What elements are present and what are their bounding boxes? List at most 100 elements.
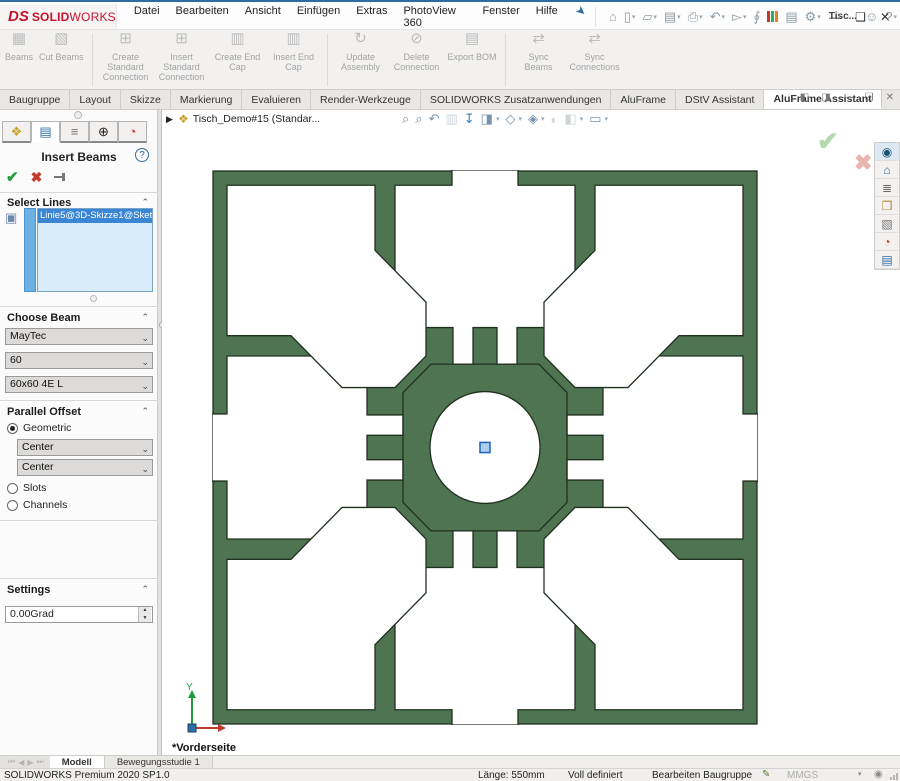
- menu-extras[interactable]: Extras: [349, 2, 394, 32]
- minimize-button[interactable]: —: [829, 10, 841, 24]
- menu-einfuegen[interactable]: Einfügen: [290, 2, 347, 32]
- parallel-offset-header[interactable]: Parallel Offset: [7, 406, 81, 418]
- menu-hilfe[interactable]: Hilfe: [529, 2, 565, 32]
- selected-lines-listbox[interactable]: Linie5@3D-Skizze1@Sketch-1: [37, 208, 153, 292]
- menu-photoview[interactable]: PhotoView 360: [396, 2, 473, 32]
- channels-radio[interactable]: Channels: [7, 499, 67, 511]
- units-caret-icon[interactable]: ▾: [858, 770, 862, 778]
- tab-baugruppe[interactable]: Baugruppe: [0, 89, 71, 109]
- display-style-icon[interactable]: ◇: [505, 111, 515, 127]
- doc-minimize-button[interactable]: —: [843, 92, 853, 103]
- ribbon-button-beams[interactable]: ▦ Beams: [2, 31, 36, 63]
- vendor-dropdown[interactable]: MayTec ⌄: [5, 328, 153, 345]
- collapse-chevron-icon[interactable]: ⌃: [141, 312, 149, 323]
- open-document-icon[interactable]: ▱ ▾: [639, 7, 660, 27]
- section-view-icon[interactable]: ▥: [445, 111, 457, 127]
- offset2-dropdown[interactable]: Center ⌄: [17, 459, 153, 476]
- maximize-button[interactable]: ❑: [855, 10, 866, 24]
- appearances-icon[interactable]: ◔: [875, 233, 899, 251]
- breadcrumb[interactable]: ❖ Tisch_Demo#15 (Standar...: [178, 112, 320, 126]
- home-icon[interactable]: ⌂: [606, 7, 620, 26]
- ribbon-button-delete-connection[interactable]: ⊘ Delete Connection: [389, 31, 445, 73]
- menu-ansicht[interactable]: Ansicht: [238, 2, 288, 32]
- property-manager-tab[interactable]: ▤: [31, 121, 60, 143]
- tag-icon[interactable]: ◉: [874, 769, 883, 780]
- previous-view-icon[interactable]: ↶: [429, 111, 440, 127]
- ribbon-button-update-assembly[interactable]: ↻ Update Assembly: [333, 31, 389, 73]
- view-palette-icon[interactable]: ▧: [875, 215, 899, 233]
- tab-layout[interactable]: Layout: [70, 89, 121, 109]
- menu-datei[interactable]: Datei: [127, 2, 167, 32]
- doc-close-button[interactable]: ✕: [886, 92, 894, 103]
- select-tool-icon[interactable]: ▻ ▾: [729, 7, 750, 27]
- panel-help-icon[interactable]: ?: [135, 148, 149, 162]
- menu-fenster[interactable]: Fenster: [475, 2, 526, 32]
- units-status[interactable]: MMGS: [787, 770, 818, 781]
- appearances-icon[interactable]: ◐: [551, 112, 559, 127]
- dimxpert-manager-tab[interactable]: ⊕: [89, 121, 118, 143]
- ribbon-button-create-end-cap[interactable]: ▥ Create End Cap: [210, 31, 266, 73]
- motion-study-tab[interactable]: Bewegungsstudie 1: [104, 756, 213, 768]
- tab-evaluieren[interactable]: Evaluieren: [242, 89, 312, 109]
- confirm-cancel-corner-icon[interactable]: ✖: [854, 150, 872, 176]
- collapse-chevron-icon[interactable]: ⌃: [141, 406, 149, 417]
- collapse-chevron-icon[interactable]: ⌃: [141, 584, 149, 595]
- confirm-ok-corner-icon[interactable]: ✔: [817, 126, 839, 157]
- feature-manager-tab[interactable]: ❖: [2, 121, 31, 143]
- next-tab-icon[interactable]: ▶: [27, 758, 33, 767]
- doc-restore-button[interactable]: ❑: [865, 92, 874, 103]
- tab-aluframe[interactable]: AluFrame: [611, 89, 676, 109]
- tab-solidworks-zusatzanwendungen[interactable]: SOLIDWORKS Zusatzanwendungen: [420, 89, 612, 109]
- resources-icon[interactable]: ◉: [875, 143, 899, 161]
- settings-header[interactable]: Settings: [7, 584, 50, 596]
- bom-list-icon[interactable]: ▤: [782, 7, 800, 27]
- ok-check-icon[interactable]: ✔: [6, 168, 19, 186]
- attach-icon[interactable]: ∮: [751, 7, 764, 27]
- tab-render-werkzeuge[interactable]: Render-Werkzeuge: [311, 89, 421, 109]
- close-button[interactable]: ✕: [880, 10, 890, 24]
- scene-icon[interactable]: ◧: [564, 111, 576, 127]
- ribbon-button-insert-standard-connection[interactable]: ⊞ Insert Standard Connection: [154, 31, 210, 83]
- hide-show-items-icon[interactable]: ◈: [528, 111, 538, 127]
- new-document-icon[interactable]: ▯ ▾: [621, 7, 639, 27]
- selected-line-item[interactable]: Linie5@3D-Skizze1@Sketch-1: [38, 209, 152, 223]
- offset1-dropdown[interactable]: Center ⌄: [17, 439, 153, 456]
- ribbon-button-export-bom[interactable]: ▤ Export BOM: [445, 31, 500, 63]
- file-explorer-icon[interactable]: ❒: [875, 197, 899, 215]
- menu-bearbeiten[interactable]: Bearbeiten: [169, 2, 236, 32]
- first-tab-icon[interactable]: ⏮: [8, 757, 15, 767]
- configuration-manager-tab[interactable]: ≡: [60, 121, 89, 143]
- normal-to-icon[interactable]: ↧: [464, 111, 475, 127]
- prev-tab-icon[interactable]: ◀: [18, 758, 24, 767]
- slots-radio[interactable]: Slots: [7, 482, 46, 494]
- options-gear-icon[interactable]: ⚙ ▾: [802, 7, 824, 27]
- design-library-icon[interactable]: ≣: [875, 179, 899, 197]
- home-tab-icon[interactable]: ⌂: [875, 161, 899, 179]
- ribbon-button-cut-beams[interactable]: ▧ Cut Beams: [36, 31, 87, 63]
- pin-menu-icon[interactable]: ➤: [562, 2, 590, 31]
- keep-visible-pin-icon[interactable]: [54, 172, 68, 182]
- zoom-area-icon[interactable]: ⌕: [415, 111, 422, 127]
- dock-pane-right-icon[interactable]: ◨: [821, 92, 830, 103]
- cancel-x-icon[interactable]: ✖: [31, 169, 43, 186]
- geometric-radio[interactable]: Geometric: [7, 422, 71, 434]
- tab-nav-buttons[interactable]: ⏮ ◀ ▶ ⏭: [0, 756, 50, 768]
- tab-dstv-assistant[interactable]: DStV Assistant: [675, 89, 765, 109]
- tab-skizze[interactable]: Skizze: [120, 89, 171, 109]
- listbox-resize-handle[interactable]: [90, 295, 97, 302]
- spin-steppers[interactable]: ▲ ▼: [138, 607, 151, 622]
- spin-up-icon[interactable]: ▲: [139, 607, 151, 615]
- last-tab-icon[interactable]: ⏭: [37, 757, 44, 767]
- tab-markierung[interactable]: Markierung: [170, 89, 243, 109]
- graphics-viewport[interactable]: ▶ ❖ Tisch_Demo#15 (Standar... ⌕ ⌕ ↶ ▥ ↧ …: [162, 110, 872, 755]
- ribbon-button-sync-beams[interactable]: ⇄ Sync Beams: [511, 31, 567, 73]
- save-icon[interactable]: ▤ ▾: [661, 7, 684, 27]
- view-settings-icon[interactable]: ▭: [589, 111, 601, 127]
- custom-properties-icon[interactable]: ▤: [875, 251, 899, 269]
- ribbon-button-insert-end-cap[interactable]: ▥ Insert End Cap: [266, 31, 322, 73]
- print-icon[interactable]: ⎙ ▾: [685, 7, 706, 27]
- series-dropdown[interactable]: 60 ⌄: [5, 352, 153, 369]
- render-queue-icon[interactable]: [764, 9, 781, 24]
- angle-spinbox[interactable]: 0.00Grad ▲ ▼: [5, 606, 153, 623]
- flyout-tree-arrow-icon[interactable]: ▶: [166, 114, 173, 125]
